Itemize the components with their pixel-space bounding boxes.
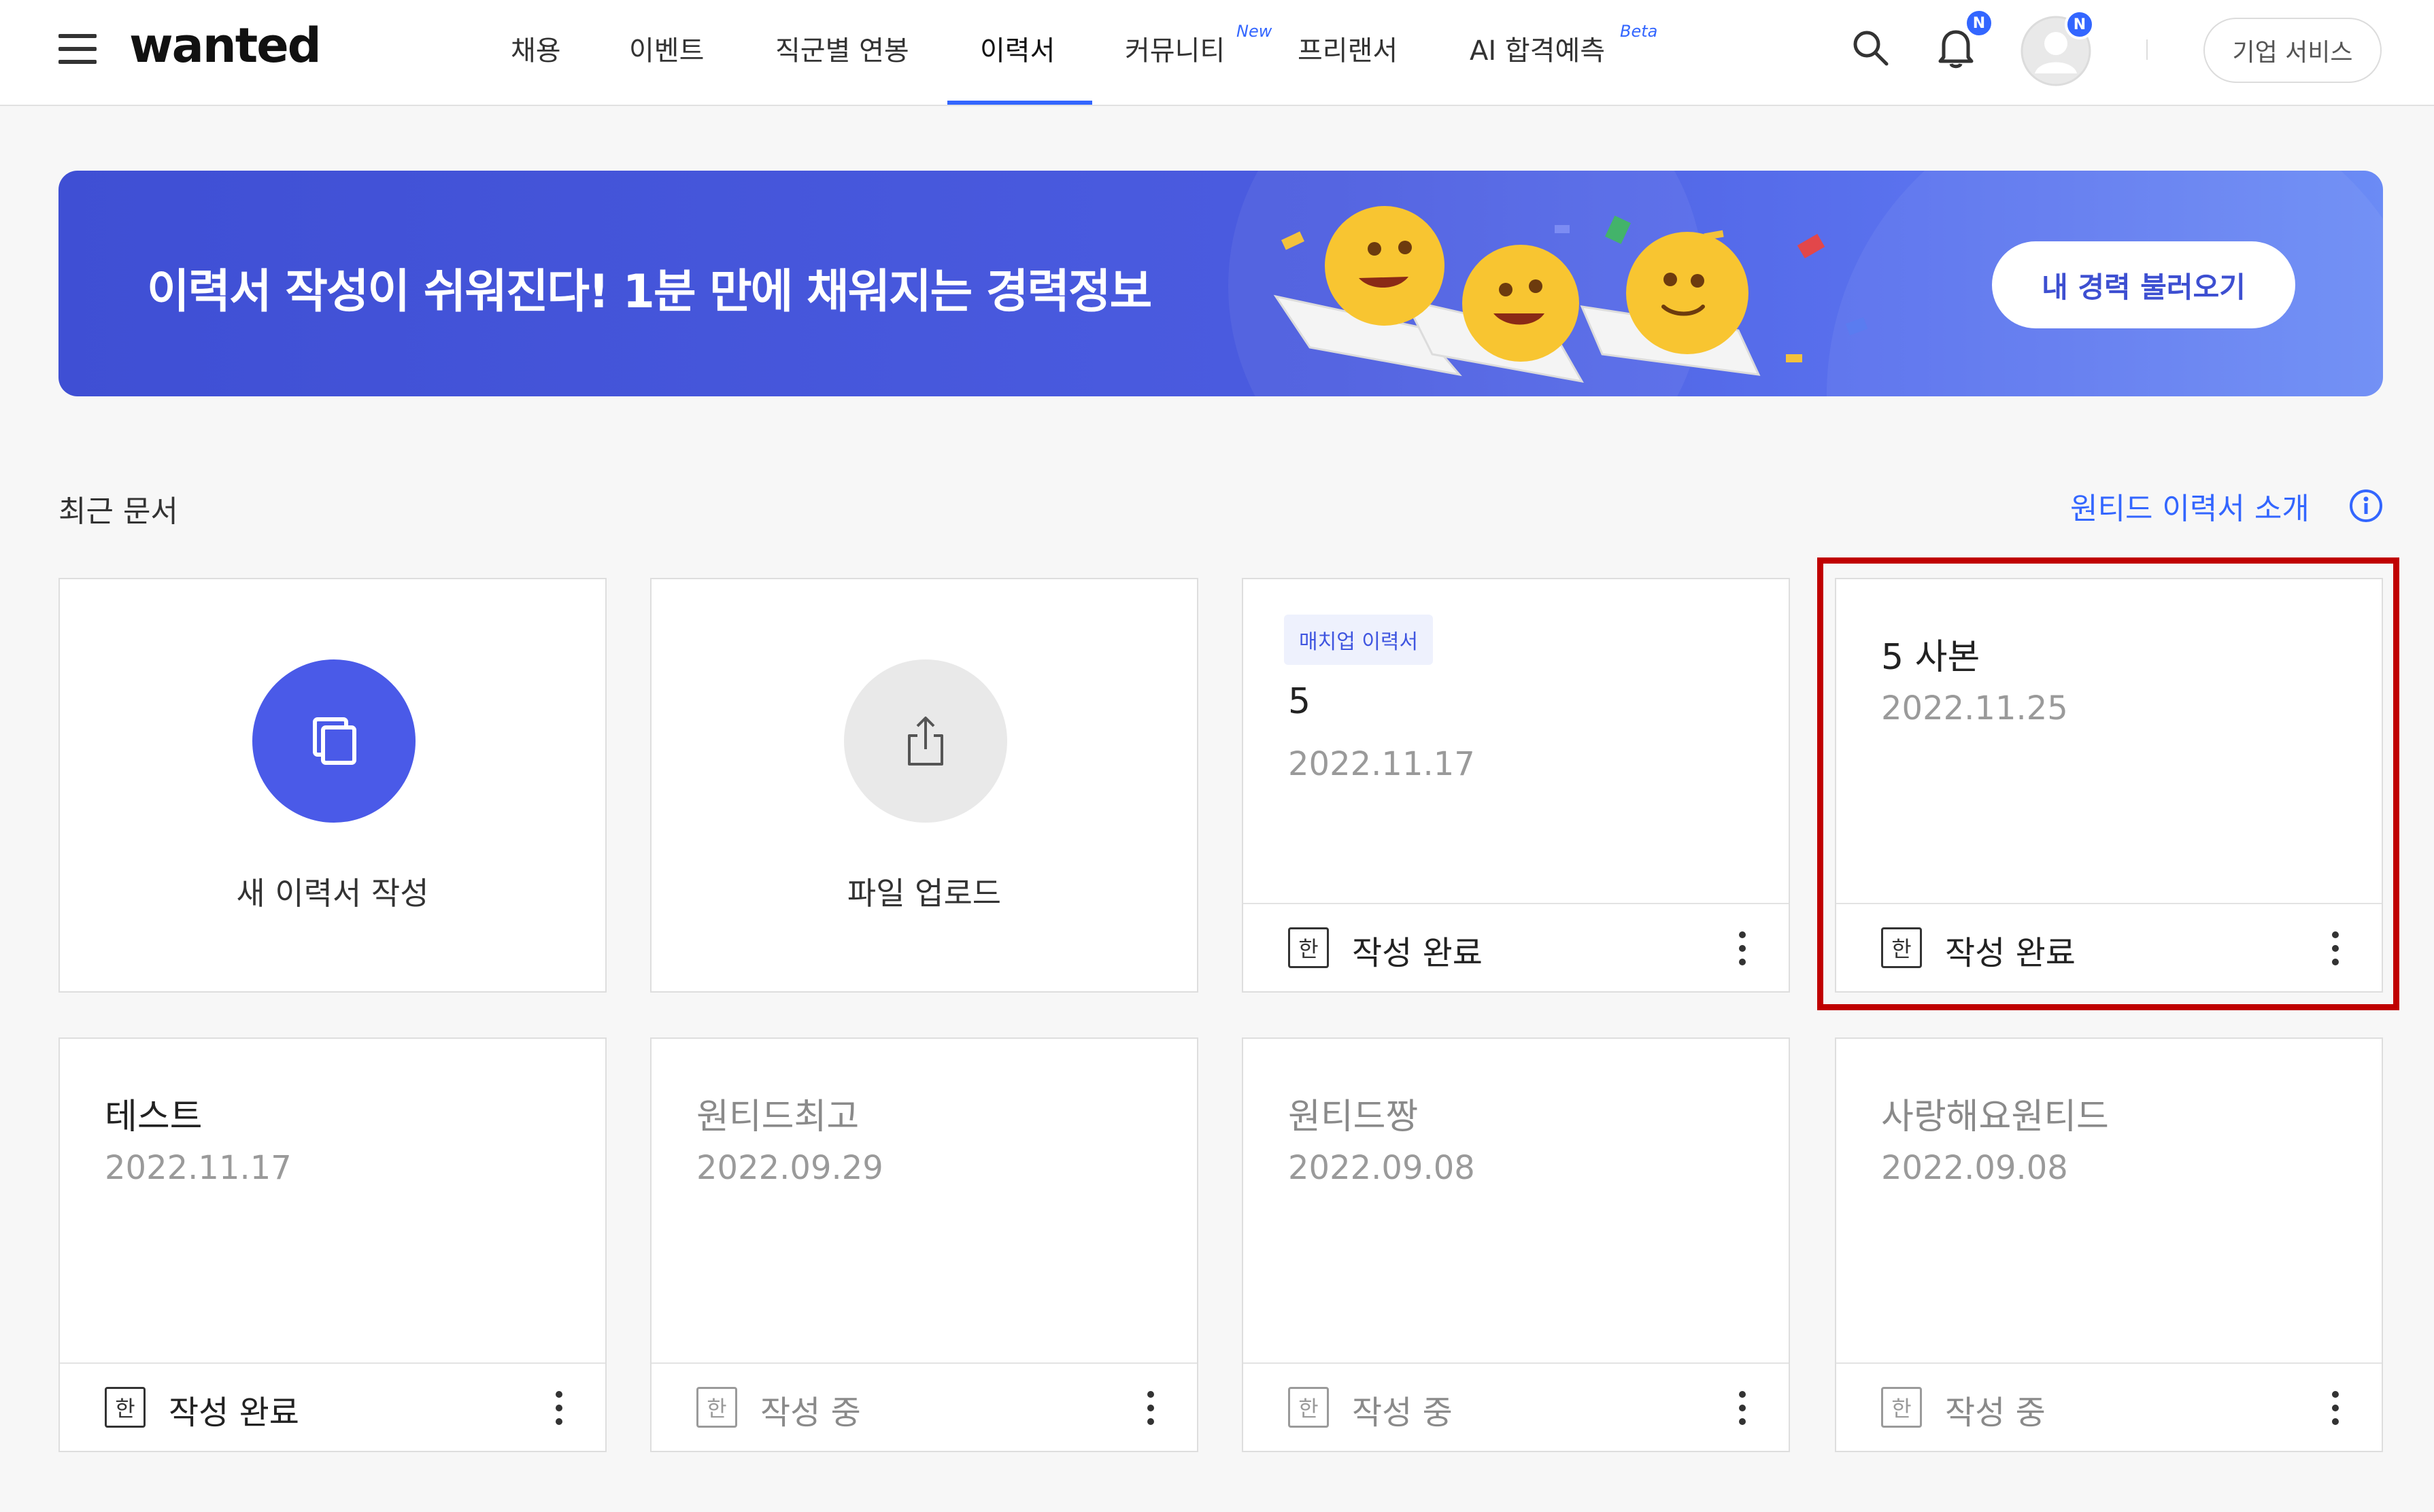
resume-date: 2022.09.08 <box>1881 1149 2068 1187</box>
card-footer: 한 작성 중 <box>1836 1362 2382 1451</box>
resume-title: 5 <box>1288 681 1311 722</box>
matchup-tag: 매치업 이력서 <box>1284 615 1434 665</box>
new-resume-card[interactable]: 새 이력서 작성 <box>58 578 607 993</box>
resume-card[interactable]: 사랑해요원티드 2022.09.08 한 작성 중 <box>1835 1037 2383 1452</box>
card-footer: 한 작성 완료 <box>1836 903 2382 991</box>
file-upload-card[interactable]: 파일 업로드 <box>650 578 1198 993</box>
banner-headline: 이력서 작성이 쉬워진다! 1분 만에 채워지는 경력정보 <box>147 265 1152 319</box>
resume-title: 5 사본 <box>1881 637 1980 678</box>
card-footer: 한 작성 완료 <box>60 1362 605 1451</box>
kebab-vertical-icon[interactable] <box>2322 929 2349 968</box>
resume-card[interactable]: 매치업 이력서 5 2022.11.17 한 작성 완료 <box>1242 578 1790 993</box>
resume-card[interactable]: 원티드최고 2022.09.29 한 작성 중 <box>650 1037 1198 1452</box>
nav-badge-new: New <box>1236 22 1272 41</box>
resume-date: 2022.09.29 <box>696 1149 883 1187</box>
kebab-vertical-icon[interactable] <box>2322 1388 2349 1428</box>
resume-date: 2022.11.25 <box>1881 689 2068 727</box>
nav-item-jobs[interactable]: 채용 <box>511 29 561 68</box>
resume-intro-link[interactable]: 원티드 이력서 소개 <box>2070 484 2310 528</box>
nav-item-events[interactable]: 이벤트 <box>629 29 704 68</box>
section-title: 최근 문서 <box>58 494 178 529</box>
import-career-button[interactable]: 내 경력 불러오기 <box>1992 241 2295 328</box>
status-text: 작성 완료 <box>1352 934 1483 972</box>
kebab-vertical-icon[interactable] <box>545 1388 573 1428</box>
korean-lang-icon: 한 <box>1881 927 1922 968</box>
resume-date: 2022.11.17 <box>1288 745 1475 783</box>
resume-title: 사랑해요원티드 <box>1881 1097 2109 1137</box>
nav-item-salary[interactable]: 직군별 연봉 <box>775 29 909 68</box>
kebab-vertical-icon[interactable] <box>1137 1388 1164 1428</box>
resume-title: 원티드짱 <box>1288 1097 1419 1137</box>
resume-card[interactable]: 5 사본 2022.11.25 한 작성 완료 <box>1835 578 2383 993</box>
promo-banner[interactable]: 이력서 작성이 쉬워진다! 1분 만에 채워지는 경력정보 내 경력 불러오기 <box>58 171 2383 396</box>
profile-badge: N <box>2065 10 2095 39</box>
resume-title: 원티드최고 <box>696 1097 860 1137</box>
new-resume-label: 새 이력서 작성 <box>236 875 429 912</box>
active-nav-indicator <box>947 101 1092 105</box>
banner-illustration <box>1273 206 1868 383</box>
kebab-vertical-icon[interactable] <box>1729 1388 1756 1428</box>
status-text: 작성 완료 <box>169 1394 299 1432</box>
status-text: 작성 중 <box>1945 1394 2046 1432</box>
nav-item-resume[interactable]: 이력서 <box>980 29 1055 68</box>
info-circle-icon[interactable] <box>2348 488 2384 523</box>
korean-lang-icon: 한 <box>1881 1387 1922 1428</box>
resume-date: 2022.11.17 <box>105 1149 292 1187</box>
korean-lang-icon: 한 <box>696 1387 737 1428</box>
nav-badge-beta: Beta <box>1620 22 1658 41</box>
notification-badge: N <box>1964 8 1994 38</box>
card-footer: 한 작성 중 <box>1243 1362 1789 1451</box>
copy-document-icon <box>252 659 416 823</box>
korean-lang-icon: 한 <box>1288 927 1329 968</box>
nav-item-freelancer[interactable]: 프리랜서 <box>1298 29 1398 68</box>
status-text: 작성 완료 <box>1945 934 2076 972</box>
resume-date: 2022.09.08 <box>1288 1149 1475 1187</box>
resume-title: 테스트 <box>105 1097 203 1137</box>
korean-lang-icon: 한 <box>1288 1387 1329 1428</box>
nav-item-ai-prediction[interactable]: AI 합격예측 <box>1470 29 1605 68</box>
business-service-button[interactable]: 기업 서비스 <box>2203 18 2382 83</box>
header-divider <box>2146 39 2148 60</box>
wanted-logo[interactable]: wanted <box>129 18 322 73</box>
status-text: 작성 중 <box>760 1394 861 1432</box>
top-header: wanted 채용 이벤트 직군별 연봉 이력서 커뮤니티 New 프리랜서 A… <box>0 0 2434 106</box>
hamburger-menu-icon[interactable] <box>58 34 97 64</box>
card-footer: 한 작성 중 <box>652 1362 1197 1451</box>
card-footer: 한 작성 완료 <box>1243 903 1789 991</box>
nav-item-community[interactable]: 커뮤니티 <box>1125 29 1225 68</box>
resume-card[interactable]: 원티드짱 2022.09.08 한 작성 중 <box>1242 1037 1790 1452</box>
file-upload-label: 파일 업로드 <box>847 875 1002 912</box>
kebab-vertical-icon[interactable] <box>1729 929 1756 968</box>
status-text: 작성 중 <box>1352 1394 1453 1432</box>
korean-lang-icon: 한 <box>105 1387 146 1428</box>
search-icon[interactable] <box>1850 27 1891 68</box>
resume-card[interactable]: 테스트 2022.11.17 한 작성 완료 <box>58 1037 607 1452</box>
share-upload-icon <box>844 659 1007 823</box>
